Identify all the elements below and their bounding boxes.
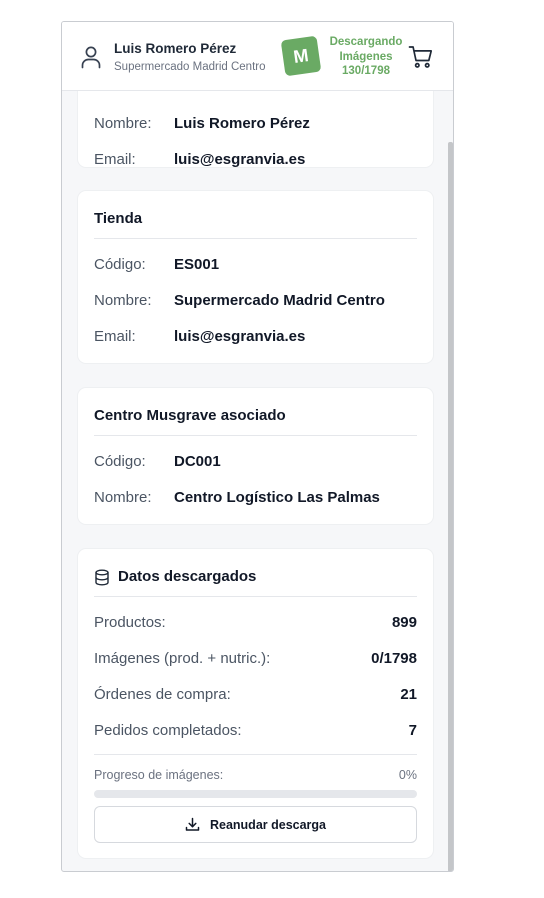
cart-icon[interactable] — [408, 44, 434, 70]
center-code-value: DC001 — [174, 453, 221, 470]
store-code-value: ES001 — [174, 256, 220, 273]
purchase-orders-label: Órdenes de compra: — [94, 686, 231, 703]
user-email-label: Email: — [94, 151, 136, 168]
download-status-line: Imágenes — [339, 50, 393, 63]
user-name-value: Luis Romero Pérez — [174, 115, 310, 132]
store-email-label: Email: — [94, 328, 136, 345]
store-card: Tienda Código: ES001 Nombre: Supermercad… — [78, 191, 433, 363]
database-icon — [95, 569, 109, 586]
divider — [94, 596, 417, 597]
app-window: Nombre: Luis Romero Pérez Email: luis@es… — [61, 21, 454, 872]
download-status-count: 130/1798 — [342, 65, 390, 77]
center-card: Centro Musgrave asociado Código: DC001 N… — [78, 388, 433, 524]
progress-percent: 0% — [398, 768, 417, 782]
purchase-orders-value: 21 — [400, 686, 417, 703]
user-icon[interactable] — [80, 45, 102, 69]
app-header: Luis Romero Pérez Supermercado Madrid Ce… — [62, 22, 453, 91]
header-user-name: Luis Romero Pérez — [114, 41, 237, 56]
divider — [94, 435, 417, 436]
data-card-title: Datos descargados — [118, 568, 257, 585]
store-email-value: luis@esgranvia.es — [174, 328, 306, 345]
store-name-label: Nombre: — [94, 292, 152, 309]
store-name-value: Supermercado Madrid Centro — [174, 292, 385, 309]
center-card-title: Centro Musgrave asociado — [94, 407, 286, 424]
store-card-title: Tienda — [94, 210, 143, 227]
images-value: 0/1798 — [371, 650, 417, 667]
brand-logo: M — [280, 35, 322, 77]
progress-label: Progreso de imágenes: — [94, 768, 224, 782]
download-icon — [185, 817, 200, 831]
user-name-label: Nombre: — [94, 115, 152, 132]
download-status-line: Descargando — [329, 36, 403, 48]
image-progress-bar — [94, 790, 417, 798]
header-store-name: Supermercado Madrid Centro — [114, 61, 266, 73]
user-email-value: luis@esgranvia.es — [174, 151, 306, 168]
products-label: Productos: — [94, 614, 166, 631]
center-name-label: Nombre: — [94, 489, 152, 506]
downloaded-data-card: Datos descargados Productos: 899 Imágene… — [78, 549, 433, 858]
resume-download-button[interactable]: Reanudar descarga — [94, 806, 417, 843]
store-code-label: Código: — [94, 256, 146, 273]
products-value: 899 — [391, 614, 417, 631]
resume-download-label: Reanudar descarga — [209, 817, 327, 832]
completed-orders-value: 7 — [408, 722, 417, 739]
images-label: Imágenes (prod. + nutric.): — [94, 650, 271, 667]
download-status[interactable]: Descargando Imágenes 130/1798 — [328, 35, 404, 79]
divider — [94, 238, 417, 239]
scrollbar[interactable] — [448, 142, 453, 871]
divider — [94, 754, 417, 755]
center-name-value: Centro Logístico Las Palmas — [174, 489, 380, 506]
completed-orders-label: Pedidos completados: — [94, 722, 242, 739]
center-code-label: Código: — [94, 453, 146, 470]
